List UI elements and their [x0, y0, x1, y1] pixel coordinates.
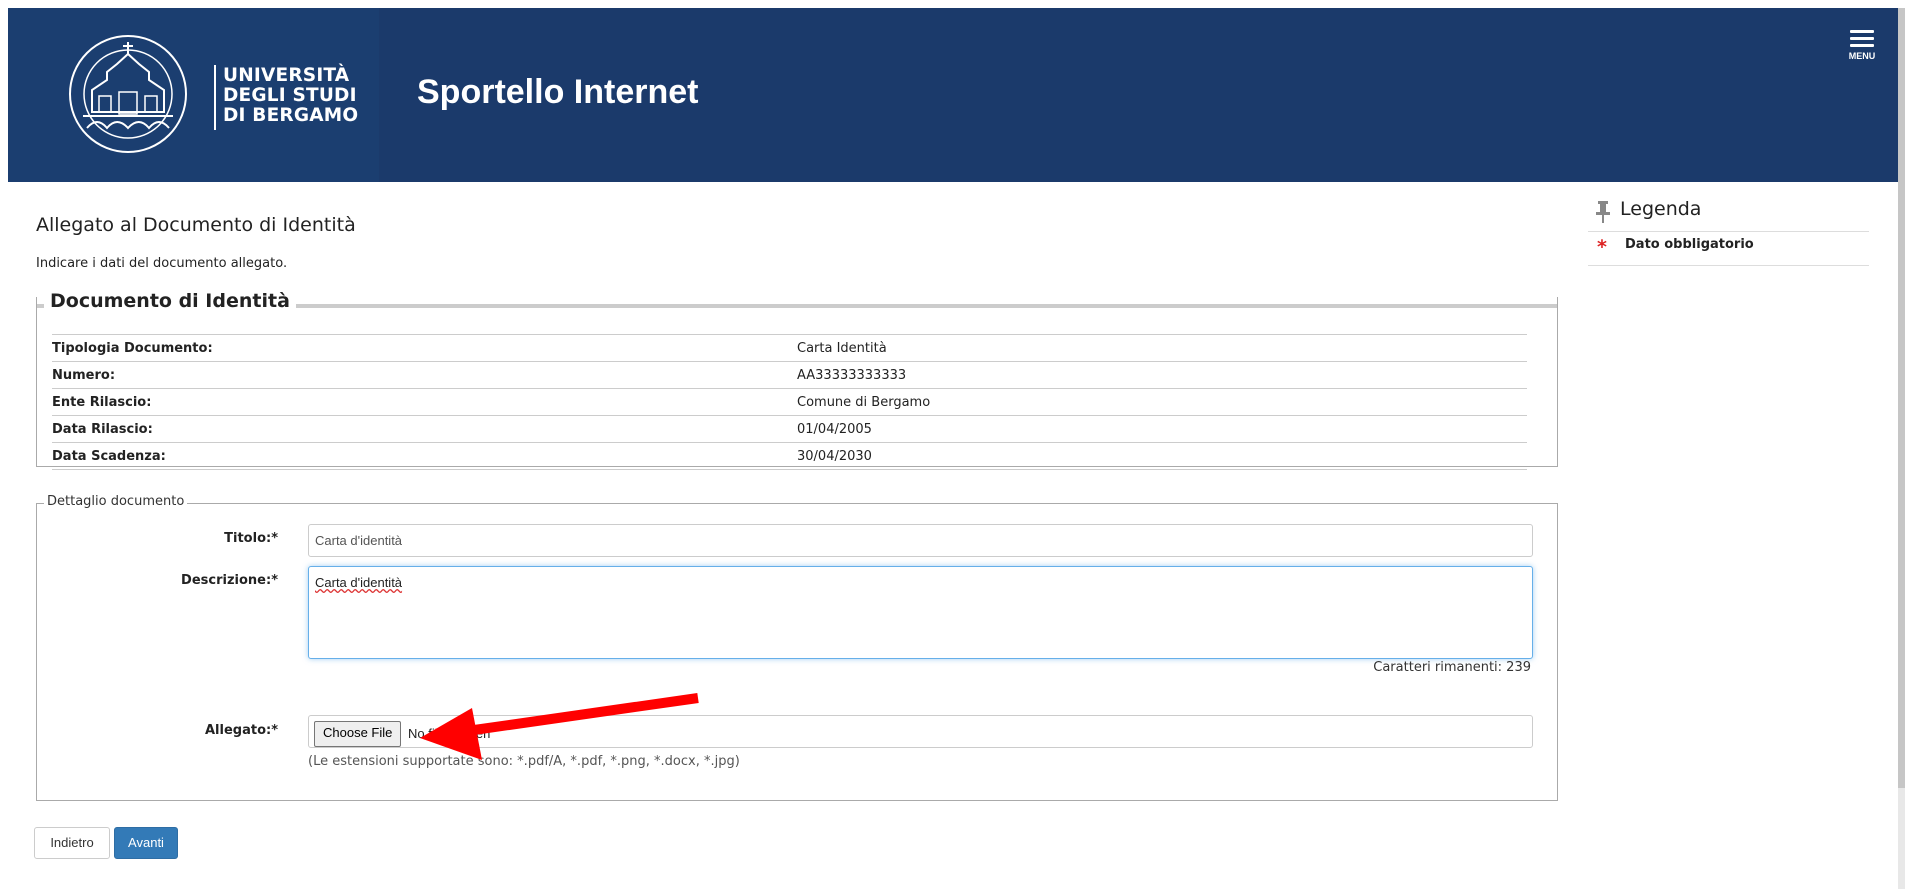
app-title: Sportello Internet: [417, 73, 699, 111]
detail-legend: Dettaglio documento: [44, 494, 188, 509]
table-row: Data Scadenza: 30/04/2030: [52, 442, 1527, 470]
row-value: AA33333333333: [797, 361, 1527, 389]
legenda-title: Legenda: [1620, 198, 1702, 220]
back-button[interactable]: Indietro: [34, 827, 110, 859]
page-intro: Indicare i dati del documento allegato.: [36, 256, 288, 271]
row-label: Tipologia Documento:: [52, 334, 797, 362]
char-counter: Caratteri rimanenti: 239: [1373, 660, 1531, 675]
legenda-divider-top: [1588, 231, 1869, 232]
hamburger-icon: [1844, 30, 1880, 47]
red-arrow-annotation-icon: [420, 693, 699, 760]
university-seal-icon: [69, 35, 187, 153]
titolo-input[interactable]: [308, 524, 1533, 557]
required-star-icon: *: [1597, 236, 1607, 258]
row-value: 30/04/2030: [797, 442, 1527, 470]
table-row: Ente Rilascio: Comune di Bergamo: [52, 388, 1527, 416]
page-scrollbar[interactable]: [1898, 8, 1905, 889]
row-value: Comune di Bergamo: [797, 388, 1527, 416]
required-label: Dato obbligatorio: [1625, 237, 1754, 252]
choose-file-button[interactable]: Choose File: [314, 721, 402, 747]
row-value: 01/04/2005: [797, 415, 1527, 443]
university-name-line-2: DEGLI STUDI: [223, 85, 357, 106]
allegato-label: Allegato:*: [204, 723, 278, 738]
pushpin-icon: [1596, 201, 1610, 223]
next-button[interactable]: Avanti: [114, 827, 178, 859]
legenda-divider-bottom: [1588, 265, 1869, 266]
university-logo[interactable]: UNIVERSITÀ DEGLI STUDI DI BERGAMO: [8, 8, 379, 182]
header-bar: UNIVERSITÀ DEGLI STUDI DI BERGAMO Sporte…: [8, 8, 1898, 182]
menu-button[interactable]: MENU: [1844, 30, 1880, 61]
university-name: UNIVERSITÀ DEGLI STUDI DI BERGAMO: [223, 66, 373, 126]
titolo-label: Titolo:*: [224, 531, 278, 546]
table-row: Data Rilascio: 01/04/2005: [52, 415, 1527, 443]
university-name-line-3: DI BERGAMO: [223, 105, 359, 126]
logo-divider: [214, 65, 216, 130]
row-label: Numero:: [52, 361, 797, 389]
document-table: Tipologia Documento: Carta Identità Numer…: [52, 334, 1527, 470]
row-label: Ente Rilascio:: [52, 388, 797, 416]
page-title: Allegato al Documento di Identità: [36, 214, 356, 236]
descrizione-label: Descrizione:*: [181, 573, 278, 588]
descrizione-textarea[interactable]: Carta d'identità: [308, 566, 1533, 659]
university-name-line-1: UNIVERSITÀ: [223, 65, 350, 86]
row-label: Data Scadenza:: [52, 442, 797, 470]
row-label: Data Rilascio:: [52, 415, 797, 443]
descrizione-text: Carta d'identità: [315, 575, 403, 590]
table-row: Numero: AA33333333333: [52, 361, 1527, 389]
table-row: Tipologia Documento: Carta Identità: [52, 334, 1527, 362]
document-legend: Documento di Identità: [44, 290, 296, 312]
scrollbar-thumb[interactable]: [1898, 8, 1905, 788]
menu-label: MENU: [1848, 51, 1876, 61]
row-value: Carta Identità: [797, 334, 1527, 362]
